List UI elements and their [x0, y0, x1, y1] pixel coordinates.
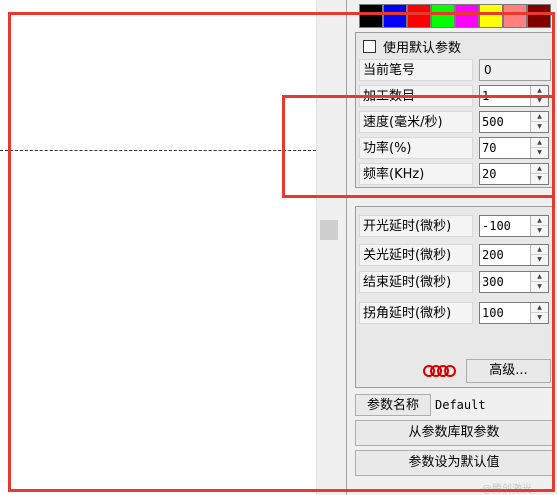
spin-up-icon[interactable]: ▲ [531, 164, 548, 174]
color-swatch[interactable] [359, 4, 383, 28]
corner-delay-spinner[interactable]: 100 ▲ ▼ [479, 302, 549, 324]
current-pen-label: 当前笔号 [359, 59, 473, 81]
spin-down-icon[interactable]: ▼ [531, 282, 548, 292]
spin-down-icon[interactable]: ▼ [531, 255, 548, 265]
end-delay-label: 结束延时(微秒) [359, 271, 473, 293]
process-count-value[interactable]: 1 [482, 86, 489, 106]
power-label: 功率(%) [359, 137, 473, 159]
spin-up-icon[interactable]: ▲ [531, 112, 548, 122]
spin-down-icon[interactable]: ▼ [531, 148, 548, 158]
frequency-value[interactable]: 20 [482, 164, 496, 184]
color-swatch[interactable] [479, 4, 503, 28]
vertical-scrollbar[interactable] [316, 0, 346, 495]
corner-delay-value[interactable]: 100 [482, 303, 504, 323]
laser-off-delay-label: 关光延时(微秒) [359, 244, 473, 266]
spin-up-icon[interactable]: ▲ [531, 86, 548, 96]
use-default-label: 使用默认参数 [383, 41, 462, 56]
frequency-spinner[interactable]: 20 ▲ ▼ [479, 163, 549, 185]
color-swatch[interactable] [407, 4, 431, 28]
speed-spinner[interactable]: 500 ▲ ▼ [479, 111, 549, 133]
spin-up-icon[interactable]: ▲ [531, 245, 548, 255]
advanced-button[interactable]: 高级... [466, 359, 551, 383]
color-swatch[interactable] [503, 4, 527, 28]
set-as-default-button[interactable]: 参数设为默认值 [355, 450, 553, 476]
end-delay-spinner[interactable]: 300 ▲ ▼ [479, 271, 549, 293]
current-pen-value: 0 [479, 59, 551, 81]
end-delay-value[interactable]: 300 [482, 272, 504, 292]
spin-up-icon[interactable]: ▲ [531, 216, 548, 226]
power-value[interactable]: 70 [482, 138, 496, 158]
audi-rings-icon [422, 363, 458, 379]
laser-off-delay-value[interactable]: 200 [482, 245, 504, 265]
laser-off-delay-spinner[interactable]: 200 ▲ ▼ [479, 244, 549, 266]
color-swatch[interactable] [527, 4, 551, 28]
dashed-guide-line [0, 150, 316, 151]
spin-down-icon[interactable]: ▼ [531, 122, 548, 132]
color-swatch[interactable] [431, 4, 455, 28]
spin-down-icon[interactable]: ▼ [531, 96, 548, 106]
pen-params-group: 使用默认参数 当前笔号 0 加工数目 1 ▲ ▼ 速度(毫米/秒) 500 ▲ ▼ … [355, 32, 555, 188]
laser-on-delay-value[interactable]: -100 [482, 216, 511, 236]
spin-up-icon[interactable]: ▲ [531, 272, 548, 282]
delay-params-group: 开光延时(微秒) -100 ▲ ▼ 关光延时(微秒) 200 ▲ ▼ 结束延时(微秒… [355, 206, 555, 388]
pen-parameter-panel: 使用默认参数 当前笔号 0 加工数目 1 ▲ ▼ 速度(毫米/秒) 500 ▲ ▼ … [346, 0, 557, 495]
laser-on-delay-label: 开光延时(微秒) [359, 215, 473, 237]
process-count-label: 加工数目 [359, 85, 473, 107]
speed-value[interactable]: 500 [482, 112, 504, 132]
spin-down-icon[interactable]: ▼ [531, 174, 548, 184]
param-name-button[interactable]: 参数名称 [355, 394, 431, 416]
color-swatch[interactable] [455, 4, 479, 28]
use-default-checkbox[interactable] [363, 40, 376, 53]
speed-label: 速度(毫米/秒) [359, 111, 473, 133]
drawing-canvas[interactable] [0, 0, 316, 495]
frequency-label: 频率(KHz) [359, 163, 473, 185]
spin-down-icon[interactable]: ▼ [531, 313, 548, 323]
scrollbar-thumb[interactable] [320, 220, 338, 240]
color-swatch[interactable] [383, 4, 407, 28]
spin-up-icon[interactable]: ▲ [531, 138, 548, 148]
param-name-value: Default [435, 398, 486, 412]
load-from-library-button[interactable]: 从参数库取参数 [355, 420, 553, 446]
spin-down-icon[interactable]: ▼ [531, 226, 548, 236]
process-count-spinner[interactable]: 1 ▲ ▼ [479, 85, 549, 107]
spin-up-icon[interactable]: ▲ [531, 303, 548, 313]
watermark-text: @腾创激光 [482, 484, 532, 495]
laser-on-delay-spinner[interactable]: -100 ▲ ▼ [479, 215, 549, 237]
power-spinner[interactable]: 70 ▲ ▼ [479, 137, 549, 159]
corner-delay-label: 拐角延时(微秒) [359, 302, 473, 324]
